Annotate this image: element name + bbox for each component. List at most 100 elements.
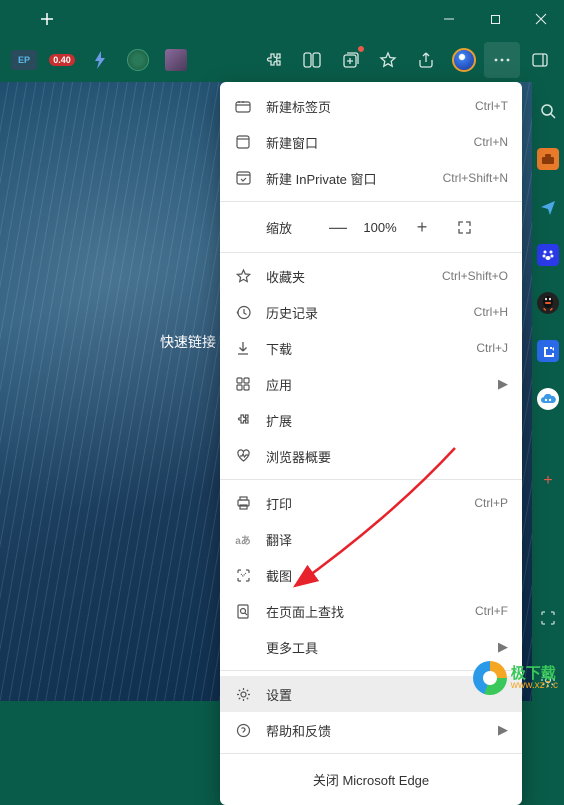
profile-icon[interactable] xyxy=(446,42,482,78)
menu-label: 新建窗口 xyxy=(266,133,474,152)
menu-apps[interactable]: 应用 ▶ xyxy=(220,366,522,402)
sidebar-cloud-icon[interactable] xyxy=(537,388,559,410)
menu-separator xyxy=(220,252,522,253)
window-controls xyxy=(426,0,564,38)
maximize-button[interactable] xyxy=(472,0,518,38)
submenu-arrow-icon: ▶ xyxy=(498,722,508,738)
menu-label: 更多工具 xyxy=(266,638,498,657)
menu-label: 新建 InPrivate 窗口 xyxy=(266,169,443,188)
sidebar-settings-icon[interactable] xyxy=(537,669,559,691)
menu-shortcut: Ctrl+H xyxy=(474,305,508,319)
sidebar-screenshot-icon[interactable] xyxy=(537,607,559,629)
collections-icon[interactable] xyxy=(332,42,368,78)
apps-icon xyxy=(234,375,252,393)
zoom-percent: 100% xyxy=(356,220,404,235)
menu-settings[interactable]: 设置 xyxy=(220,676,522,712)
extension-badge-icon[interactable]: 0.40 xyxy=(44,42,80,78)
star-icon xyxy=(234,267,252,285)
sidebar-search-icon[interactable] xyxy=(537,100,559,122)
menu-label: 在页面上查找 xyxy=(266,602,475,621)
split-screen-icon[interactable] xyxy=(294,42,330,78)
menu-separator xyxy=(220,753,522,754)
menu-help[interactable]: 帮助和反馈 ▶ xyxy=(220,712,522,748)
menu-shortcut: Ctrl+F xyxy=(475,604,508,618)
menu-label: 帮助和反馈 xyxy=(266,721,498,740)
translate-icon: aあ xyxy=(234,530,252,548)
menu-new-inprivate[interactable]: 新建 InPrivate 窗口 Ctrl+Shift+N xyxy=(220,160,522,196)
download-icon xyxy=(234,339,252,357)
zoom-in-button[interactable]: + xyxy=(404,212,440,242)
sidebar-toggle-icon[interactable] xyxy=(522,42,558,78)
menu-label: 历史记录 xyxy=(266,303,474,322)
minimize-button[interactable] xyxy=(426,0,472,38)
menu-new-tab[interactable]: 新建标签页 Ctrl+T xyxy=(220,88,522,124)
menu-label: 浏览器概要 xyxy=(266,447,508,466)
new-tab-icon xyxy=(234,97,252,115)
menu-label: 扩展 xyxy=(266,411,508,430)
menu-close-edge[interactable]: 关闭 Microsoft Edge xyxy=(220,759,522,799)
menu-extensions[interactable]: 扩展 xyxy=(220,402,522,438)
sidebar-app-icon[interactable] xyxy=(537,340,559,362)
menu-favorites[interactable]: 收藏夹 Ctrl+Shift+O xyxy=(220,258,522,294)
sidebar-qq-icon[interactable] xyxy=(537,292,559,314)
share-icon[interactable] xyxy=(408,42,444,78)
sidebar-tools-icon[interactable] xyxy=(537,148,559,170)
menu-shortcut: Ctrl+N xyxy=(474,135,508,149)
puzzle-icon xyxy=(234,411,252,429)
inprivate-icon xyxy=(234,169,252,187)
help-icon xyxy=(234,721,252,739)
menu-label: 截图 xyxy=(266,566,508,585)
submenu-arrow-icon: ▶ xyxy=(498,639,508,655)
menu-label: 翻译 xyxy=(266,530,508,549)
menu-downloads[interactable]: 下载 Ctrl+J xyxy=(220,330,522,366)
menu-label: 关闭 Microsoft Edge xyxy=(313,770,429,789)
close-window-button[interactable] xyxy=(518,0,564,38)
extensions-icon[interactable] xyxy=(256,42,292,78)
menu-print[interactable]: 打印 Ctrl+P xyxy=(220,485,522,521)
sidebar-baidu-icon[interactable] xyxy=(537,244,559,266)
submenu-arrow-icon: ▶ xyxy=(498,376,508,392)
extension-ep-icon[interactable]: EP xyxy=(6,42,42,78)
fullscreen-button[interactable] xyxy=(446,212,482,242)
quick-links-label: 快速链接 xyxy=(160,332,216,352)
extension-green-icon[interactable] xyxy=(120,42,156,78)
sidebar-send-icon[interactable] xyxy=(537,196,559,218)
menu-more-tools[interactable]: 更多工具 ▶ xyxy=(220,629,522,665)
find-icon xyxy=(234,602,252,620)
zoom-label: 缩放 xyxy=(266,218,320,237)
menu-label: 应用 xyxy=(266,375,498,394)
menu-zoom: 缩放 — 100% + xyxy=(220,207,522,247)
menu-translate[interactable]: aあ 翻译 xyxy=(220,521,522,557)
browser-toolbar: EP 0.40 xyxy=(0,38,564,82)
menu-label: 新建标签页 xyxy=(266,97,475,116)
menu-label: 打印 xyxy=(266,494,474,513)
menu-separator xyxy=(220,670,522,671)
notification-dot xyxy=(357,45,365,53)
menu-separator xyxy=(220,201,522,202)
window-titlebar xyxy=(0,0,564,38)
more-menu-button[interactable] xyxy=(484,42,520,78)
menu-screenshot[interactable]: 截图 xyxy=(220,557,522,593)
menu-shortcut: Ctrl+J xyxy=(476,341,508,355)
right-sidebar: + xyxy=(532,82,564,701)
menu-shortcut: Ctrl+T xyxy=(475,99,508,113)
screenshot-icon xyxy=(234,566,252,584)
sidebar-add-icon[interactable]: + xyxy=(537,470,559,492)
menu-find[interactable]: 在页面上查找 Ctrl+F xyxy=(220,593,522,629)
settings-menu: 新建标签页 Ctrl+T 新建窗口 Ctrl+N 新建 InPrivate 窗口… xyxy=(220,82,522,805)
history-icon xyxy=(234,303,252,321)
extension-flash-icon[interactable] xyxy=(82,42,118,78)
menu-new-window[interactable]: 新建窗口 Ctrl+N xyxy=(220,124,522,160)
menu-label: 收藏夹 xyxy=(266,267,442,286)
menu-shortcut: Ctrl+Shift+O xyxy=(442,269,508,283)
menu-performance[interactable]: 浏览器概要 xyxy=(220,438,522,474)
extension-avatar-icon[interactable] xyxy=(158,42,194,78)
new-tab-button[interactable] xyxy=(30,4,64,34)
menu-shortcut: Ctrl+Shift+N xyxy=(443,171,508,185)
menu-shortcut: Ctrl+P xyxy=(474,496,508,510)
new-window-icon xyxy=(234,133,252,151)
favorites-toolbar-icon[interactable] xyxy=(370,42,406,78)
menu-history[interactable]: 历史记录 Ctrl+H xyxy=(220,294,522,330)
zoom-out-button[interactable]: — xyxy=(320,212,356,242)
heartbeat-icon xyxy=(234,447,252,465)
